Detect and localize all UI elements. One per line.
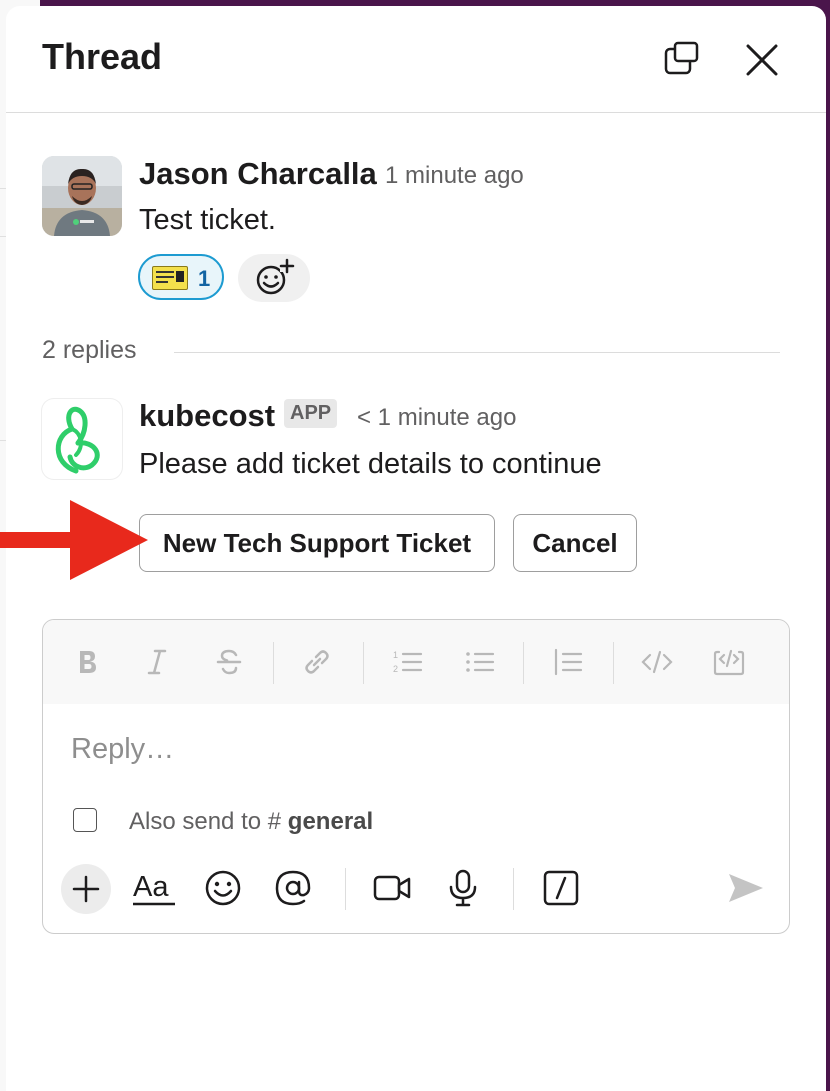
reply-input[interactable] (69, 728, 763, 770)
microphone-icon[interactable] (441, 866, 485, 910)
author-name[interactable]: Jason Charcalla (139, 156, 377, 192)
svg-text:1: 1 (393, 650, 398, 660)
italic-icon[interactable] (139, 644, 175, 680)
thread-title: Thread (42, 36, 163, 77)
replies-count: 2 replies (42, 336, 137, 364)
also-send-checkbox[interactable] (73, 808, 97, 832)
blockquote-icon[interactable] (549, 644, 585, 680)
red-arrow-annotation (0, 500, 148, 580)
text-format-icon[interactable]: Aa (131, 866, 175, 910)
concert-ticket-emoji-icon (152, 266, 188, 290)
message-text: Please add ticket details to continue (139, 448, 602, 480)
kubecost-logo-icon (55, 406, 100, 474)
formatting-toolbar: 12 (43, 620, 789, 704)
message-timestamp[interactable]: 1 minute ago (385, 162, 524, 190)
reaction-count: 1 (198, 266, 211, 291)
avatar-jason[interactable] (42, 156, 122, 236)
strikethrough-icon[interactable] (211, 644, 247, 680)
emoji-icon[interactable] (201, 866, 245, 910)
also-send-label: Also send to # general (129, 808, 373, 836)
pop-out-icon[interactable] (662, 40, 702, 80)
new-tech-support-ticket-button[interactable]: New Tech Support Ticket (139, 514, 495, 572)
also-send-prefix: Also send to (129, 808, 262, 835)
slash-command-icon[interactable] (539, 866, 583, 910)
close-icon[interactable] (742, 40, 782, 80)
code-block-icon[interactable] (711, 644, 747, 680)
cancel-button[interactable]: Cancel (513, 514, 637, 572)
plus-icon[interactable] (61, 864, 111, 914)
channel-hash: # (267, 808, 282, 835)
kubecost-avatar[interactable] (42, 399, 122, 479)
format-label: Aa (133, 871, 169, 903)
code-icon[interactable] (639, 644, 675, 680)
link-icon[interactable] (299, 644, 335, 680)
author-name[interactable]: kubecost (139, 398, 275, 434)
bold-icon[interactable] (69, 644, 105, 680)
mention-icon[interactable] (271, 866, 315, 910)
video-icon[interactable] (371, 866, 415, 910)
app-badge: APP (284, 399, 338, 428)
replies-divider (174, 352, 780, 353)
add-reaction-button[interactable] (238, 254, 310, 302)
send-icon[interactable] (723, 866, 767, 910)
add-reaction-icon (256, 258, 295, 295)
thread-header: Thread (6, 6, 826, 113)
svg-text:2: 2 (393, 664, 398, 674)
message-timestamp[interactable]: < 1 minute ago (357, 404, 516, 432)
message-text: Test ticket. (139, 204, 276, 236)
reaction-pill[interactable]: 1 (138, 254, 224, 300)
bulleted-list-icon[interactable] (461, 644, 497, 680)
channel-name: general (287, 808, 374, 835)
ordered-list-icon[interactable]: 12 (389, 644, 425, 680)
reply-composer: 12 Also send to # general (42, 619, 790, 934)
